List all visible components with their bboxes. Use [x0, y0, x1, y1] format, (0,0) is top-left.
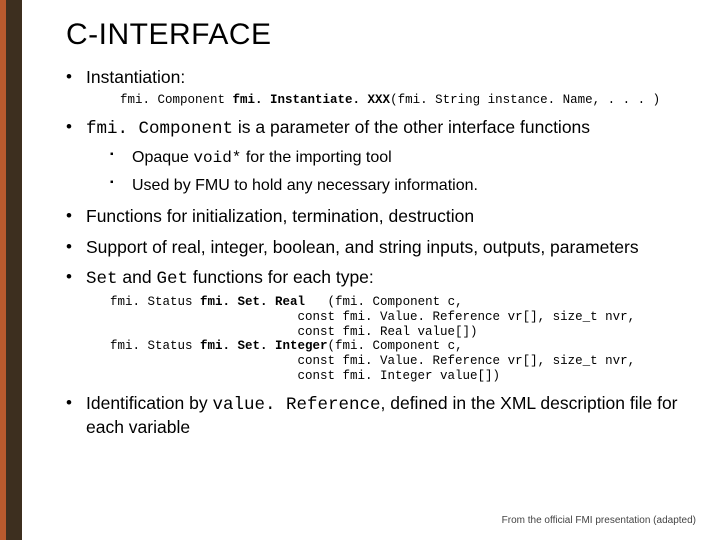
slide-body: C-INTERFACE Instantiation: fmi. Componen… — [22, 0, 720, 540]
bullet-identification: Identification by value. Reference, defi… — [66, 392, 692, 440]
text-segment: Identification by — [86, 393, 212, 413]
bullet-component-param: fmi. Component is a parameter of the oth… — [66, 116, 692, 197]
bullet-list: Instantiation: fmi. Component fmi. Insta… — [66, 66, 692, 439]
mono-segment: void* — [193, 149, 241, 167]
text-segment: functions for each type: — [188, 267, 374, 287]
mono-segment: value. Reference — [212, 395, 380, 415]
bullet-functions: Functions for initialization, terminatio… — [66, 205, 692, 228]
text-segment: is a parameter of the other interface fu… — [233, 117, 590, 137]
code-instantiation: fmi. Component fmi. Instantiate. XXX(fmi… — [120, 92, 692, 108]
slide-title: C-INTERFACE — [66, 18, 692, 52]
bullet-instantiation: Instantiation: fmi. Component fmi. Insta… — [66, 66, 692, 108]
mono-segment: Get — [156, 269, 188, 289]
sub-list: Opaque void* for the importing tool Used… — [110, 147, 692, 197]
mono-segment: Set — [86, 269, 118, 289]
code-setget: fmi. Status fmi. Set. Real (fmi. Compone… — [110, 295, 692, 384]
mono-segment: fmi. Component — [86, 119, 233, 139]
sub-bullet-opaque: Opaque void* for the importing tool — [110, 147, 692, 170]
text-segment: Opaque — [132, 149, 193, 166]
bullet-setget: Set and Get functions for each type: fmi… — [66, 266, 692, 383]
text-segment: and — [118, 267, 157, 287]
bullet-text: Instantiation: — [86, 67, 185, 87]
sub-bullet-usedby: Used by FMU to hold any necessary inform… — [110, 175, 692, 197]
bullet-support: Support of real, integer, boolean, and s… — [66, 236, 692, 259]
slide-accent-stripe — [0, 0, 22, 540]
text-segment: for the importing tool — [241, 149, 391, 166]
footer-credit: From the official FMI presentation (adap… — [502, 515, 696, 526]
